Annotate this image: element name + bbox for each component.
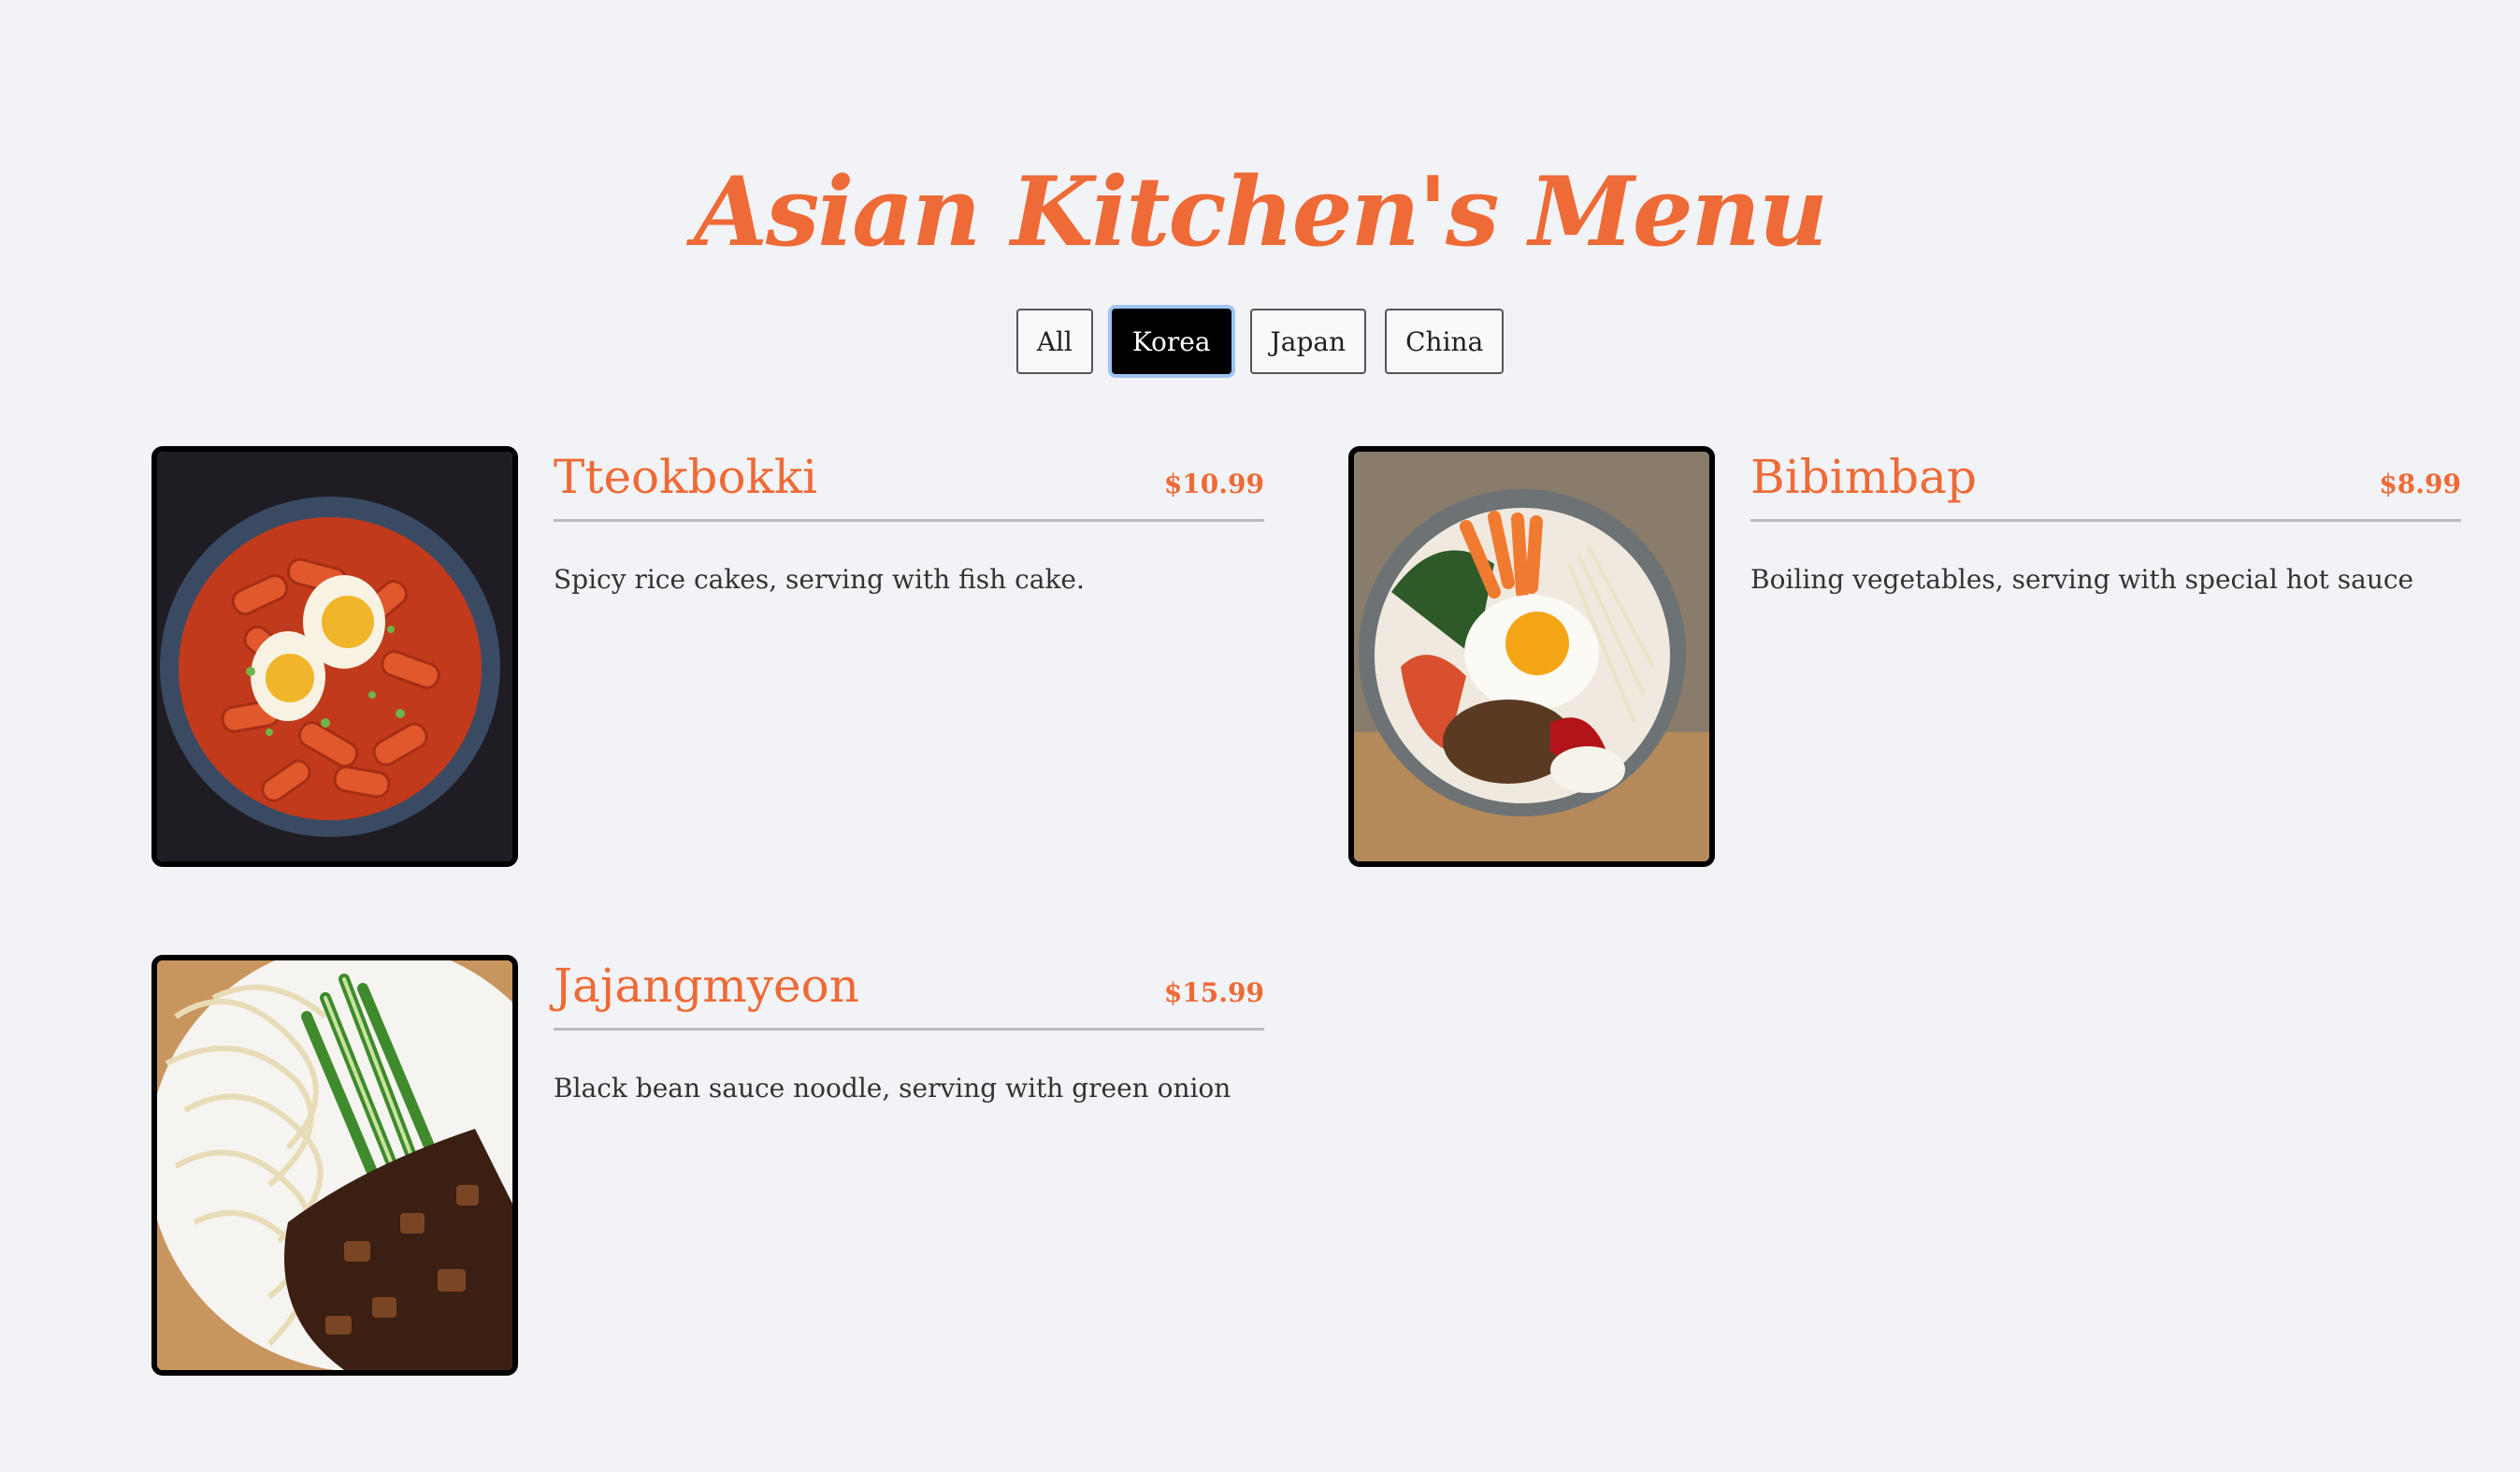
jajangmyeon-details: Jajangmyeon $15.99 Black bean sauce nood… bbox=[554, 955, 1264, 1106]
item-price: $15.99 bbox=[1163, 977, 1264, 1008]
menu-item-jajangmyeon: Jajangmyeon $15.99 Black bean sauce nood… bbox=[151, 955, 1264, 1376]
tteokbokki-image bbox=[151, 446, 518, 867]
bibimbap-details: Bibimbap $8.99 Boiling vegetables, servi… bbox=[1750, 446, 2461, 598]
item-price: $8.99 bbox=[2379, 469, 2461, 499]
tteokbokki-details: Tteokbokki $10.99 Spicy rice cakes, serv… bbox=[554, 446, 1264, 598]
item-price: $10.99 bbox=[1163, 469, 1264, 499]
menu-item-tteokbokki: Tteokbokki $10.99 Spicy rice cakes, serv… bbox=[151, 446, 1264, 867]
item-name: Jajangmyeon bbox=[554, 959, 859, 1013]
filter-all-button[interactable]: All bbox=[1015, 309, 1093, 374]
item-name: Bibimbap bbox=[1750, 450, 1977, 504]
menu-item-bibimbap: Bibimbap $8.99 Boiling vegetables, servi… bbox=[1348, 446, 2461, 867]
item-description: Boiling vegetables, serving with special… bbox=[1750, 564, 2414, 595]
category-filter-bar: All Korea Japan China bbox=[0, 309, 2520, 374]
filter-korea-button[interactable]: Korea bbox=[1111, 309, 1231, 374]
item-header: Bibimbap $8.99 bbox=[1750, 446, 2461, 522]
bibimbap-image bbox=[1348, 446, 1715, 867]
page-title: Asian Kitchen's Menu bbox=[693, 156, 1828, 269]
menu-page: Asian Kitchen's Menu All Korea Japan Chi… bbox=[0, 0, 2520, 1472]
item-header: Jajangmyeon $15.99 bbox=[554, 955, 1264, 1031]
item-name: Tteokbokki bbox=[554, 450, 818, 504]
filter-china-button[interactable]: China bbox=[1385, 309, 1505, 374]
jajangmyeon-image bbox=[151, 955, 518, 1376]
item-description: Black bean sauce noodle, serving with gr… bbox=[554, 1073, 1231, 1104]
item-header: Tteokbokki $10.99 bbox=[554, 446, 1264, 522]
filter-japan-button[interactable]: Japan bbox=[1249, 309, 1367, 374]
item-description: Spicy rice cakes, serving with fish cake… bbox=[554, 564, 1085, 595]
